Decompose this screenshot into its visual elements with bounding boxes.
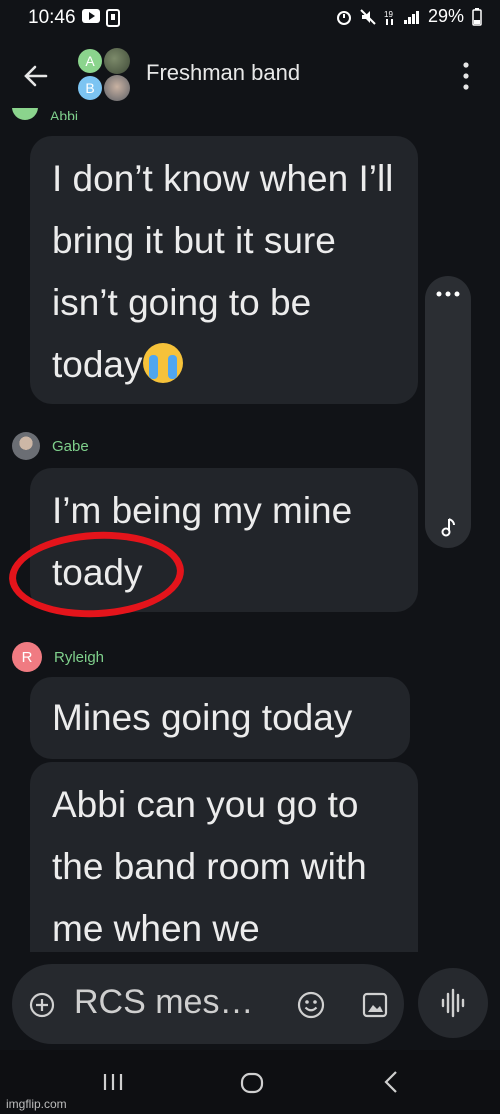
image-gallery-icon[interactable] <box>360 990 390 1020</box>
sim-notification-icon <box>106 9 120 27</box>
sender-row-ryleigh: R Ryleigh <box>12 642 104 672</box>
battery-icon <box>472 7 482 26</box>
message-text: Abbi can you go to the band room with me… <box>52 784 367 949</box>
mute-icon <box>360 8 376 25</box>
waveform-icon <box>441 988 465 1018</box>
voice-message-button[interactable] <box>418 968 488 1038</box>
data-network-icon: 19 <box>384 10 393 25</box>
sender-name-abbi: Abbi <box>50 108 79 120</box>
panel-more-icon[interactable] <box>435 290 461 298</box>
avatar-ryleigh: R <box>12 642 42 672</box>
home-icon[interactable] <box>240 1072 264 1094</box>
add-attachment-icon[interactable] <box>28 991 56 1019</box>
status-bar: 10:46 19 29% <box>0 0 500 36</box>
loudly-crying-emoji <box>142 343 183 383</box>
watermark: imgflip.com <box>6 1097 67 1111</box>
conversation-header: A B Freshman band <box>0 36 500 116</box>
avatar-photo-2 <box>104 75 130 101</box>
status-left-icons <box>82 9 120 27</box>
message-input[interactable]: RCS mes… <box>74 983 253 1022</box>
back-arrow-icon[interactable] <box>22 62 50 90</box>
message-bubble[interactable]: Mines going today <box>30 677 410 759</box>
system-navigation-bar <box>0 1050 500 1114</box>
avatar-photo-1 <box>104 48 130 74</box>
message-bubble[interactable]: I don’t know when I’ll bring it but it s… <box>30 136 418 404</box>
alarm-icon <box>336 10 351 25</box>
sender-name-ryleigh: Ryleigh <box>54 648 105 666</box>
message-text: I don’t know when I’ll bring it but it s… <box>52 158 394 385</box>
avatar-a: A <box>78 49 102 73</box>
status-right-icons: 19 29% <box>336 6 482 27</box>
message-text: Mines going today <box>52 697 353 738</box>
avatar-b: B <box>78 76 102 100</box>
youtube-notification-icon <box>82 9 100 23</box>
avatar-gabe <box>12 432 40 460</box>
music-note-icon[interactable] <box>437 516 459 538</box>
status-time: 10:46 <box>28 7 76 28</box>
conversation-title[interactable]: Freshman band <box>146 60 300 86</box>
message-composer[interactable]: RCS mes… <box>12 964 404 1044</box>
smiley-icon[interactable] <box>296 990 326 1020</box>
sender-name-gabe: Gabe <box>52 437 89 455</box>
signal-icon <box>403 10 419 24</box>
recent-apps-icon[interactable] <box>102 1072 124 1092</box>
battery-percent: 29% <box>427 6 464 26</box>
floating-side-panel[interactable] <box>425 276 471 548</box>
nav-back-icon[interactable] <box>382 1070 400 1094</box>
more-options-icon[interactable] <box>460 60 472 92</box>
svg-text:19: 19 <box>384 10 393 19</box>
sender-avatar-abbi <box>12 108 38 120</box>
sender-row-gabe: Gabe <box>12 432 89 460</box>
message-bubble[interactable]: Abbi can you go to the band room with me… <box>30 762 418 952</box>
